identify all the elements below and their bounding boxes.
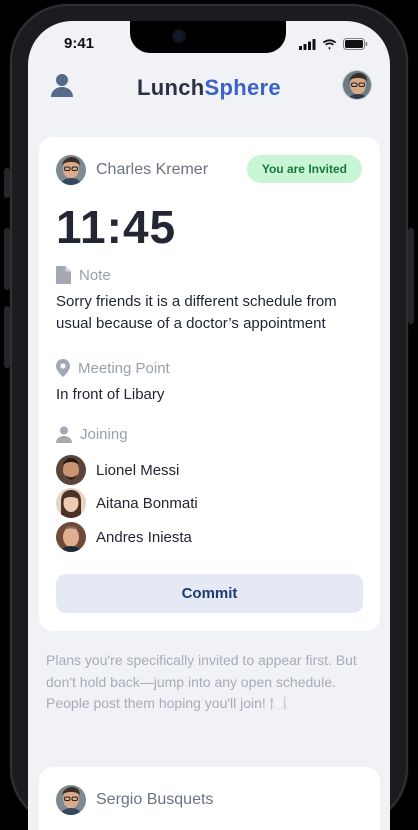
- host-avatar: [56, 785, 86, 815]
- wifi-icon: [322, 38, 337, 50]
- host-row: Sergio Busquets: [56, 785, 213, 815]
- commit-button[interactable]: Commit: [56, 574, 363, 613]
- joiner-row: Aitana Bonmati: [56, 488, 198, 518]
- joining-label-row: Joining: [56, 426, 128, 443]
- note-label: Note: [79, 266, 111, 284]
- joiner-name: Lionel Messi: [96, 461, 180, 479]
- note-label-row: Note: [56, 266, 111, 284]
- invited-badge: You are Invited: [246, 155, 362, 183]
- joiner-avatar: [56, 488, 86, 518]
- person-icon: [56, 426, 72, 443]
- joiner-row: Lionel Messi: [56, 455, 179, 485]
- camera: [174, 31, 184, 41]
- meeting-label: Meeting Point: [78, 359, 170, 377]
- app-header: LunchSphere: [28, 67, 390, 107]
- brand-part1: Lunch: [137, 75, 205, 100]
- host-avatar: [56, 155, 86, 185]
- joiner-name: Aitana Bonmati: [96, 494, 198, 512]
- status-icons: [299, 38, 368, 50]
- app-brand: LunchSphere: [28, 75, 390, 101]
- location-pin-icon: [56, 359, 70, 377]
- joiner-name: Andres Iniesta: [96, 528, 192, 546]
- host-name: Charles Kremer: [96, 161, 209, 178]
- battery-icon: [343, 38, 368, 50]
- status-time: 9:41: [64, 35, 95, 52]
- meeting-text: In front of Libary: [56, 386, 165, 403]
- plan-card[interactable]: Sergio Busquets: [39, 767, 380, 830]
- side-button-power: [408, 228, 414, 324]
- side-button-volume-up: [4, 228, 10, 290]
- host-name: Sergio Busquets: [96, 791, 214, 808]
- plan-card[interactable]: Charles Kremer You are Invited 11:45 Not…: [39, 137, 380, 631]
- host-row: Charles Kremer: [56, 155, 208, 185]
- side-button-volume-down: [4, 306, 10, 368]
- screen: 9:41 LunchSphere Charles Kremer You are …: [28, 21, 390, 830]
- profile-avatar[interactable]: [342, 70, 372, 100]
- joining-label: Joining: [80, 426, 128, 443]
- info-text: Plans you're specifically invited to app…: [46, 652, 357, 711]
- signal-icon: [299, 38, 316, 50]
- plan-time: 11:45: [56, 201, 177, 253]
- document-icon: [56, 266, 71, 284]
- joiner-avatar: [56, 455, 86, 485]
- brand-part2: Sphere: [204, 75, 281, 100]
- side-button-mute: [4, 168, 10, 198]
- joiner-avatar: [56, 522, 86, 552]
- meeting-label-row: Meeting Point: [56, 359, 170, 377]
- note-text: Sorry friends it is a different schedule…: [56, 293, 337, 332]
- notch: [130, 21, 286, 53]
- joiner-row: Andres Iniesta: [56, 522, 192, 552]
